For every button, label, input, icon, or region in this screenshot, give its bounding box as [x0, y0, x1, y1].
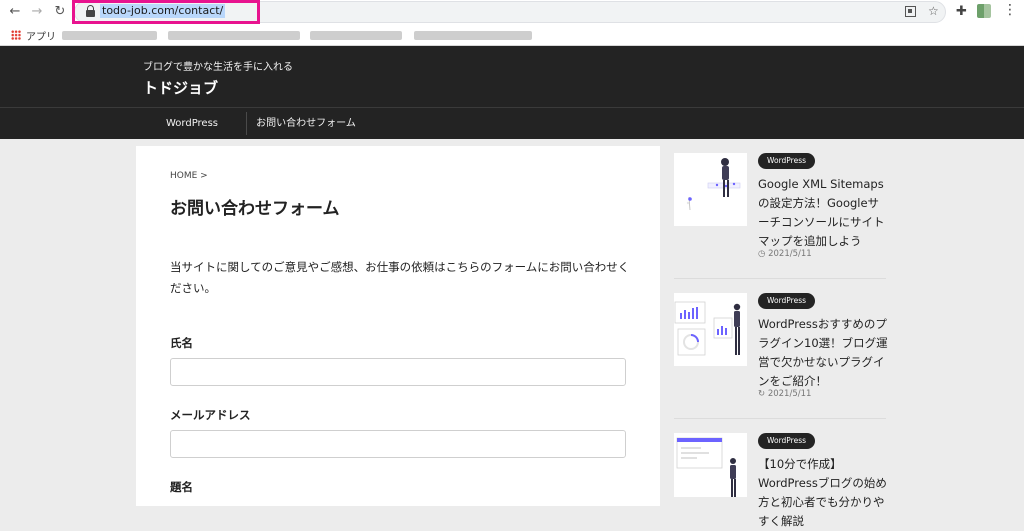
qr-code-icon[interactable] — [905, 6, 916, 17]
global-nav: WordPress お問い合わせフォーム — [0, 108, 1024, 139]
category-badge[interactable]: WordPress — [758, 293, 816, 309]
browser-toolbar: ← → ↻ todo-job.com/contact/ ☆ ✚ ⋮ — [0, 0, 1024, 24]
url-highlight-box — [72, 0, 260, 24]
blurred-bookmark[interactable] — [310, 31, 402, 40]
post-date: ↻ 2021/5/11 — [758, 389, 812, 399]
category-badge[interactable]: WordPress — [758, 153, 816, 169]
post-title[interactable]: WordPressおすすめのプラグイン10選！ブログ運営で欠かせないプラグインを… — [758, 315, 888, 391]
extensions-puzzle-icon[interactable]: ✚ — [956, 4, 967, 19]
intro-text: 当サイトに関してのご意見やご感想、お仕事の依頼はこちらのフォームにお問い合わせく… — [170, 260, 630, 295]
bookmarks-bar: アプリ — [0, 24, 1024, 46]
name-label: 氏名 — [170, 336, 193, 350]
blurred-bookmark[interactable] — [414, 31, 532, 40]
site-title[interactable]: トドジョブ — [143, 77, 218, 98]
profile-avatar[interactable] — [977, 4, 991, 18]
forward-arrow-icon[interactable]: → — [28, 3, 46, 21]
back-arrow-icon[interactable]: ← — [6, 3, 24, 21]
sidebar-divider — [674, 278, 886, 279]
page-title: お問い合わせフォーム — [170, 199, 340, 219]
subject-label: 題名 — [170, 480, 193, 494]
apps-bookmark[interactable]: アプリ — [26, 28, 56, 43]
blurred-bookmark[interactable] — [168, 31, 300, 40]
sidebar-post-card[interactable]: WordPress WordPressおすすめのプラグイン10選！ブログ運営で欠… — [674, 293, 888, 403]
browser-menu-icon[interactable]: ⋮ — [1003, 2, 1017, 18]
nav-item-contact[interactable]: お問い合わせフォーム — [251, 108, 361, 139]
sidebar-post-card[interactable]: WordPress Google XML Sitemapsの設定方法！Googl… — [674, 153, 886, 263]
post-title[interactable]: Google XML Sitemapsの設定方法！Googleサーチコンソールに… — [758, 175, 888, 251]
sidebar-divider — [674, 418, 886, 419]
bookmark-star-icon[interactable]: ☆ — [928, 4, 939, 18]
email-label: メールアドレス — [170, 408, 251, 422]
name-field[interactable] — [170, 358, 626, 386]
category-badge[interactable]: WordPress — [758, 433, 816, 449]
apps-grid-icon[interactable] — [11, 30, 21, 40]
nav-divider — [246, 112, 247, 135]
reload-icon[interactable]: ↻ — [51, 3, 69, 21]
post-thumbnail[interactable] — [674, 153, 747, 226]
breadcrumb[interactable]: HOME > — [170, 171, 208, 181]
site-header: ブログで豊かな生活を手に入れる トドジョブ — [0, 46, 1024, 108]
site-tagline: ブログで豊かな生活を手に入れる — [143, 62, 293, 73]
sidebar-post-card[interactable]: WordPress 【10分で作成】WordPressブログの始め方と初心者でも… — [674, 433, 887, 528]
email-field[interactable] — [170, 430, 626, 458]
post-thumbnail[interactable] — [674, 293, 747, 366]
post-date: ◷ 2021/5/11 — [758, 249, 812, 259]
blurred-bookmark[interactable] — [62, 31, 157, 40]
post-title[interactable]: 【10分で作成】WordPressブログの始め方と初心者でも分かりやすく解説 — [758, 455, 888, 531]
nav-item-wordpress[interactable]: WordPress — [146, 108, 238, 139]
post-thumbnail[interactable] — [674, 433, 747, 497]
